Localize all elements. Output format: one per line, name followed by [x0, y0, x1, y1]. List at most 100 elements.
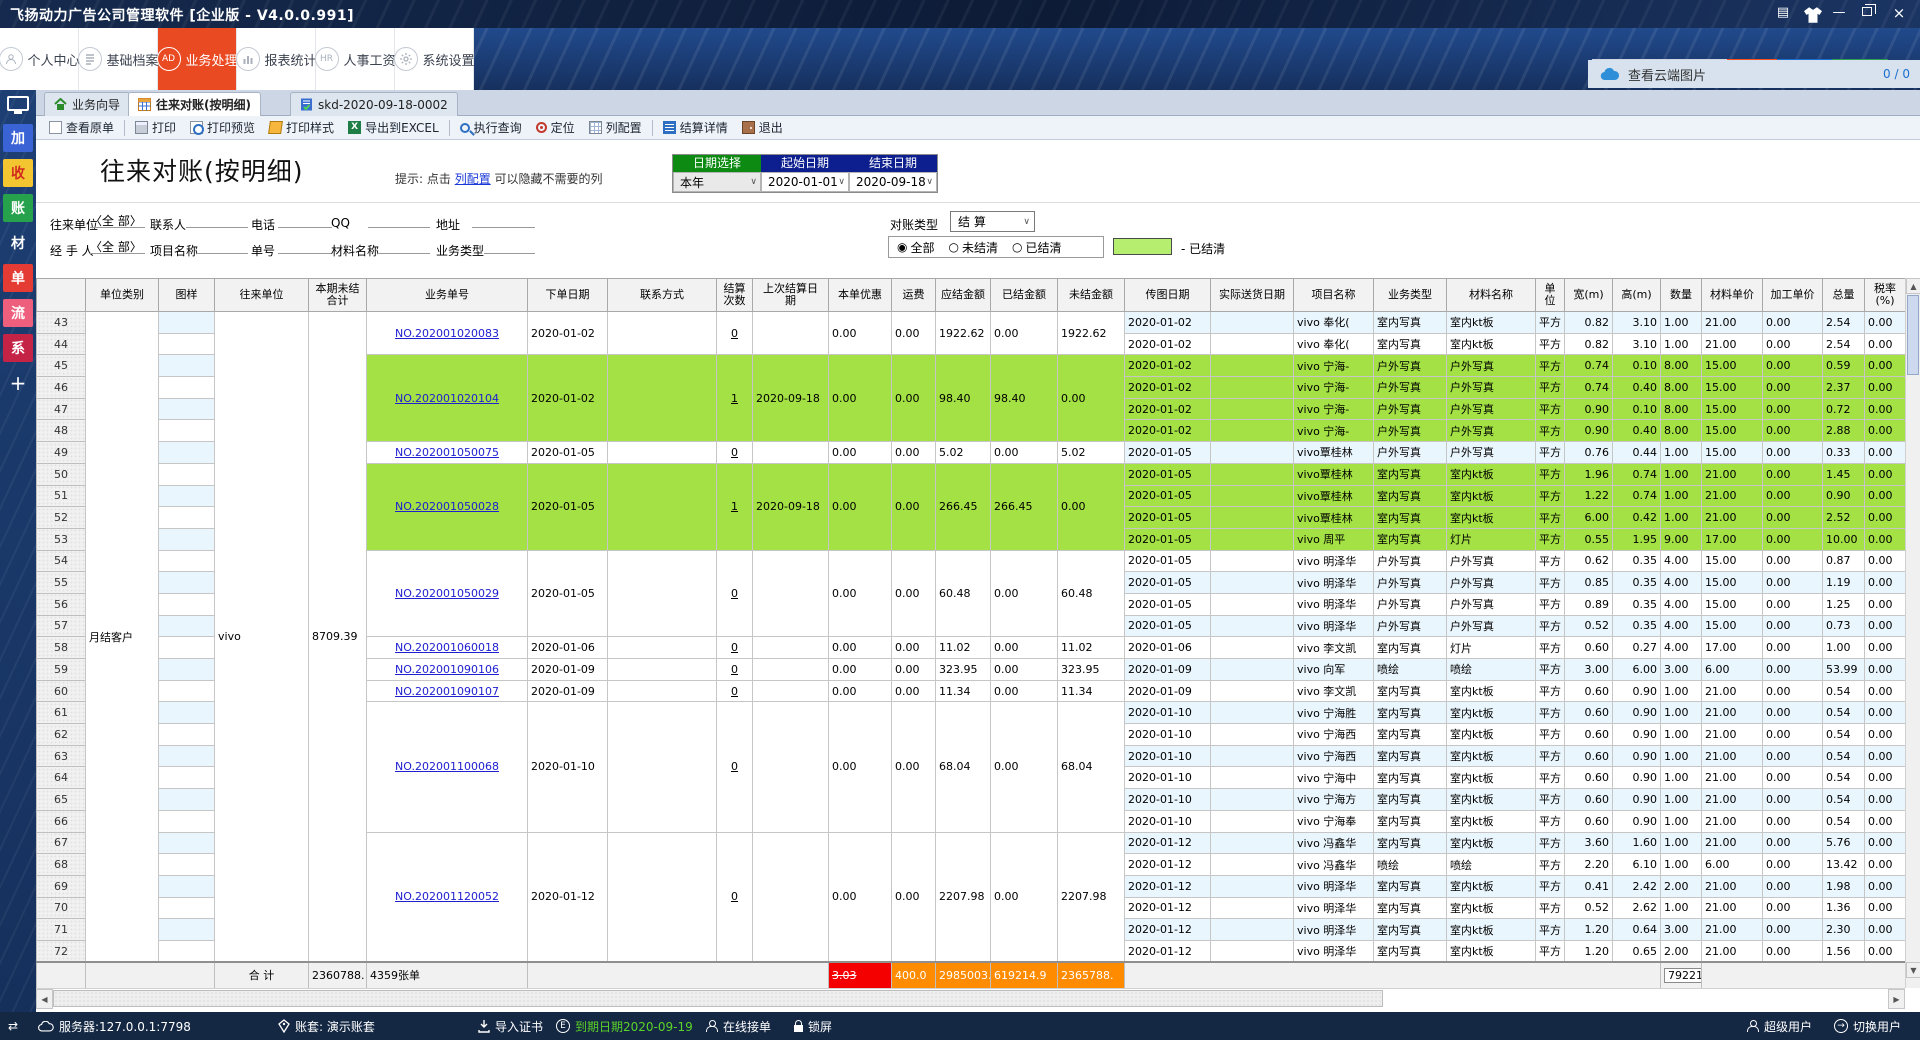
reconcile-type-dropdown[interactable]: 结 算∨ [950, 211, 1035, 232]
settle-times-link[interactable]: 1 [731, 500, 738, 513]
sidebar-item-2[interactable]: 账 [3, 194, 33, 222]
scroll-down-icon[interactable]: ▼ [1906, 962, 1920, 978]
column-header[interactable]: 业务类型 [1374, 279, 1447, 312]
column-header[interactable]: 图样 [159, 279, 215, 312]
close-button[interactable]: × [1888, 4, 1910, 22]
column-header[interactable]: 本期未结 合计 [309, 279, 367, 312]
order-no-field[interactable] [278, 238, 332, 254]
menu-business-processing[interactable]: AD 业务处理 [158, 28, 237, 90]
order-number-link[interactable]: NO.202001120052 [395, 890, 499, 903]
order-number-link[interactable]: NO.202001050029 [395, 587, 499, 600]
radio-settled[interactable]: ○已结清 [1012, 239, 1062, 256]
sidebar-item-7[interactable]: + [3, 369, 33, 397]
radio-all[interactable]: ◉全部 [897, 239, 935, 256]
biztype-field[interactable] [484, 238, 535, 254]
settle-times-link[interactable]: 0 [731, 327, 738, 340]
end-date-dropdown[interactable]: 2020-09-18∨ [849, 172, 937, 192]
vscroll-thumb[interactable] [1907, 295, 1919, 375]
menu-base-archives[interactable]: 基础档案 [79, 28, 158, 90]
order-number-link[interactable]: NO.202001090106 [395, 663, 499, 676]
order-number-link[interactable]: NO.202001050075 [395, 446, 499, 459]
print-style-button[interactable]: 打印样式 [262, 117, 341, 139]
menu-report-statistics[interactable]: 报表统计 [237, 28, 316, 90]
settle-times-link[interactable]: 1 [731, 392, 738, 405]
view-original-button[interactable]: 查看原单 [42, 117, 121, 139]
column-header[interactable]: 往来单位 [215, 279, 309, 312]
column-header[interactable]: 项目名称 [1294, 279, 1374, 312]
column-header[interactable] [37, 279, 86, 312]
column-header[interactable]: 传图日期 [1125, 279, 1211, 312]
column-header[interactable]: 加工单价 [1763, 279, 1823, 312]
tab-business-wizard[interactable]: 业务向导 [44, 92, 130, 116]
settle-times-link[interactable]: 0 [731, 641, 738, 654]
minimize-button[interactable]: — [1828, 4, 1850, 22]
column-header[interactable]: 应结金额 [936, 279, 991, 312]
table-row[interactable]: 43月结客户vivo8709.39NO.2020010200832020-01-… [37, 312, 1906, 334]
column-header[interactable]: 未结金额 [1058, 279, 1125, 312]
column-header[interactable]: 下单日期 [528, 279, 608, 312]
settle-times-link[interactable]: 0 [731, 685, 738, 698]
column-header[interactable]: 单位类别 [86, 279, 159, 312]
order-number-link[interactable]: NO.202001090107 [395, 685, 499, 698]
handler-field[interactable]: 〈全 部〉 [90, 238, 145, 254]
horizontal-scrollbar[interactable]: ◀ ▶ [36, 988, 1905, 1008]
export-excel-button[interactable]: X导出到EXCEL [341, 117, 446, 139]
order-number-link[interactable]: NO.202001060018 [395, 641, 499, 654]
settle-times-link[interactable]: 0 [731, 760, 738, 773]
column-header[interactable]: 材料名称 [1447, 279, 1536, 312]
scroll-left-icon[interactable]: ◀ [36, 989, 53, 1009]
order-number-link[interactable]: NO.202001020083 [395, 327, 499, 340]
column-header[interactable]: 运费 [892, 279, 936, 312]
radio-unsettled[interactable]: ○未结清 [949, 239, 999, 256]
skin-theme-icon[interactable] [1802, 6, 1824, 24]
material-field[interactable] [379, 238, 430, 254]
online-orders[interactable]: 在线接单 [706, 1012, 771, 1040]
qq-field[interactable] [368, 212, 430, 228]
swap-icon[interactable]: ⇄ [8, 1012, 18, 1040]
exit-button[interactable]: 退出 [735, 117, 790, 139]
contact-field[interactable] [186, 212, 248, 228]
notes-icon[interactable]: ▤ [1772, 4, 1794, 22]
column-header[interactable]: 材料单价 [1702, 279, 1763, 312]
sidebar-item-6[interactable]: 系 [3, 334, 33, 362]
project-field[interactable] [198, 238, 248, 254]
hscroll-thumb[interactable] [53, 990, 1383, 1007]
restore-button[interactable] [1862, 7, 1872, 16]
scroll-up-icon[interactable]: ▲ [1906, 278, 1920, 294]
sidebar-item-1[interactable]: 收 [3, 159, 33, 187]
sidebar-item-4[interactable]: 单 [3, 264, 33, 292]
cloud-image-bar[interactable]: 查看云端图片 0 / 0 [1588, 60, 1920, 88]
sidebar-item-3[interactable]: 材 [3, 229, 33, 257]
lock-screen[interactable]: 锁屏 [794, 1012, 832, 1040]
vertical-scrollbar[interactable]: ▲ ▼ [1905, 278, 1920, 988]
tab-reconciliation-detail[interactable]: 往来对账(按明细) [128, 92, 261, 116]
settle-times-link[interactable]: 0 [731, 446, 738, 459]
sidebar-item-0[interactable]: 加 [3, 124, 33, 152]
print-preview-button[interactable]: 打印预览 [183, 117, 262, 139]
sidebar-item-5[interactable]: 流 [3, 299, 33, 327]
locate-button[interactable]: 定位 [529, 117, 582, 139]
super-user[interactable]: 超级用户 [1747, 1012, 1812, 1040]
menu-personal-center[interactable]: 个人中心 [0, 28, 79, 90]
column-header[interactable]: 高(m) [1613, 279, 1661, 312]
order-number-link[interactable]: NO.202001020104 [395, 392, 499, 405]
import-certificate[interactable]: 导入证书 [478, 1012, 543, 1040]
tab-order-document[interactable]: skd-2020-09-18-0002 [290, 92, 458, 116]
column-header[interactable]: 上次结算日 期 [753, 279, 829, 312]
monitor-icon[interactable] [7, 96, 29, 111]
column-header[interactable]: 本单优惠 [829, 279, 892, 312]
column-header[interactable]: 数量 [1661, 279, 1702, 312]
phone-field[interactable] [278, 212, 332, 228]
settle-times-link[interactable]: 0 [731, 890, 738, 903]
column-header[interactable]: 单 位 [1536, 279, 1565, 312]
scroll-right-icon[interactable]: ▶ [1888, 989, 1905, 1009]
order-number-link[interactable]: NO.202001100068 [395, 760, 499, 773]
column-config-link[interactable]: 列配置 [455, 172, 491, 186]
column-header[interactable]: 已结金额 [991, 279, 1058, 312]
order-number-link[interactable]: NO.202001050028 [395, 500, 499, 513]
column-header[interactable]: 联系方式 [608, 279, 717, 312]
start-date-dropdown[interactable]: 2020-01-01∨ [761, 172, 849, 192]
column-config-button[interactable]: 列配置 [582, 117, 649, 139]
column-header[interactable]: 业务单号 [367, 279, 528, 312]
column-header[interactable]: 总量 [1823, 279, 1865, 312]
